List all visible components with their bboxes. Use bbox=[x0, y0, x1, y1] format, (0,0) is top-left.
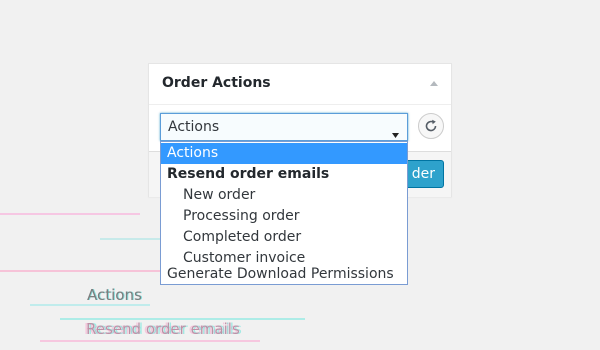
option-completed-order[interactable]: Completed order bbox=[161, 227, 407, 248]
option-processing-order[interactable]: Processing order bbox=[161, 206, 407, 227]
refresh-button[interactable] bbox=[418, 113, 444, 139]
artifact-line bbox=[0, 270, 160, 272]
artifact-line bbox=[0, 213, 140, 215]
actions-dropdown-list: Actions Resend order emails New order Pr… bbox=[160, 141, 408, 285]
panel-header: Order Actions bbox=[149, 64, 451, 105]
refresh-icon bbox=[425, 119, 437, 132]
actions-select-value: Actions bbox=[168, 119, 220, 135]
artifact-line bbox=[60, 318, 305, 320]
actions-select[interactable]: Actions bbox=[160, 113, 408, 141]
screen: Actions Resend order emails Order Action… bbox=[0, 0, 600, 350]
artifact-resend-text: Resend order emails bbox=[86, 320, 240, 338]
option-new-order[interactable]: New order bbox=[161, 185, 407, 206]
artifact-line bbox=[100, 238, 160, 240]
artifact-line bbox=[30, 304, 150, 306]
triangle-up-icon[interactable] bbox=[427, 77, 441, 91]
option-actions[interactable]: Actions bbox=[161, 143, 407, 164]
chevron-down-icon bbox=[392, 124, 399, 138]
optgroup-resend-order-emails: Resend order emails bbox=[167, 166, 330, 182]
artifact-actions-text: Actions bbox=[87, 286, 142, 304]
artifact-line bbox=[40, 340, 260, 342]
option-generate-download-permissions[interactable]: Generate Download Permissions bbox=[161, 264, 407, 285]
panel-title: Order Actions bbox=[162, 75, 271, 91]
